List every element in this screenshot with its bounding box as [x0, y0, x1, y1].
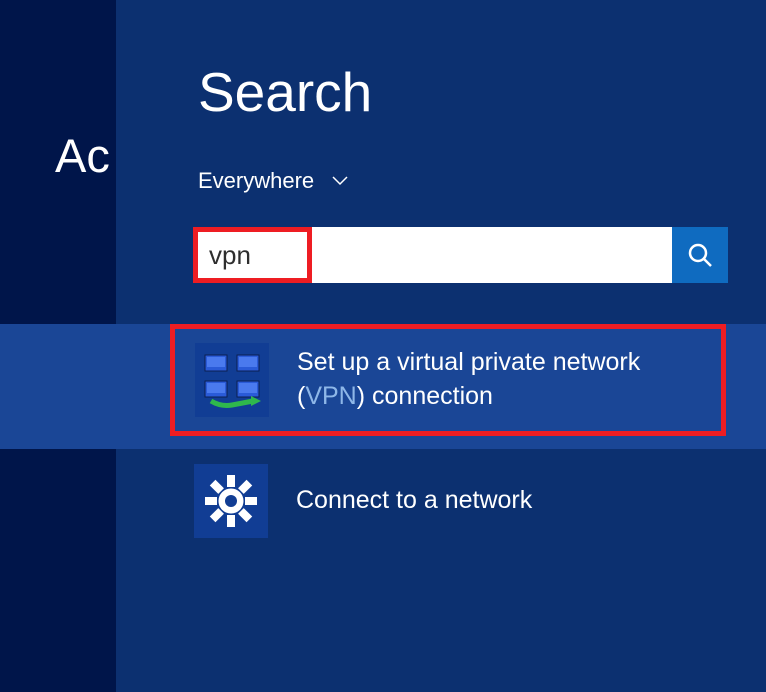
background-text: Ac	[55, 128, 110, 183]
result-label: Set up a virtual private network (VPN) c…	[297, 346, 699, 414]
search-input[interactable]	[193, 227, 672, 283]
search-match-highlight: VPN	[305, 382, 356, 410]
result-label: Connect to a network	[296, 484, 532, 518]
result-connect-network[interactable]: Connect to a network	[116, 446, 766, 556]
search-scope-label: Everywhere	[198, 168, 314, 194]
chevron-down-icon	[332, 176, 348, 186]
search-panel: Search Everywhere	[116, 0, 766, 692]
result-icon-box	[195, 343, 269, 417]
result-setup-vpn[interactable]: Set up a virtual private network (VPN) c…	[170, 324, 726, 436]
search-button[interactable]	[672, 227, 728, 283]
search-results: Set up a virtual private network (VPN) c…	[116, 324, 766, 556]
gear-icon	[203, 473, 259, 529]
search-scope-dropdown[interactable]: Everywhere	[198, 168, 348, 194]
search-box	[193, 227, 728, 283]
vpn-network-icon	[201, 349, 263, 411]
search-icon	[687, 242, 713, 268]
result-icon-box	[194, 464, 268, 538]
search-title: Search	[198, 60, 372, 124]
